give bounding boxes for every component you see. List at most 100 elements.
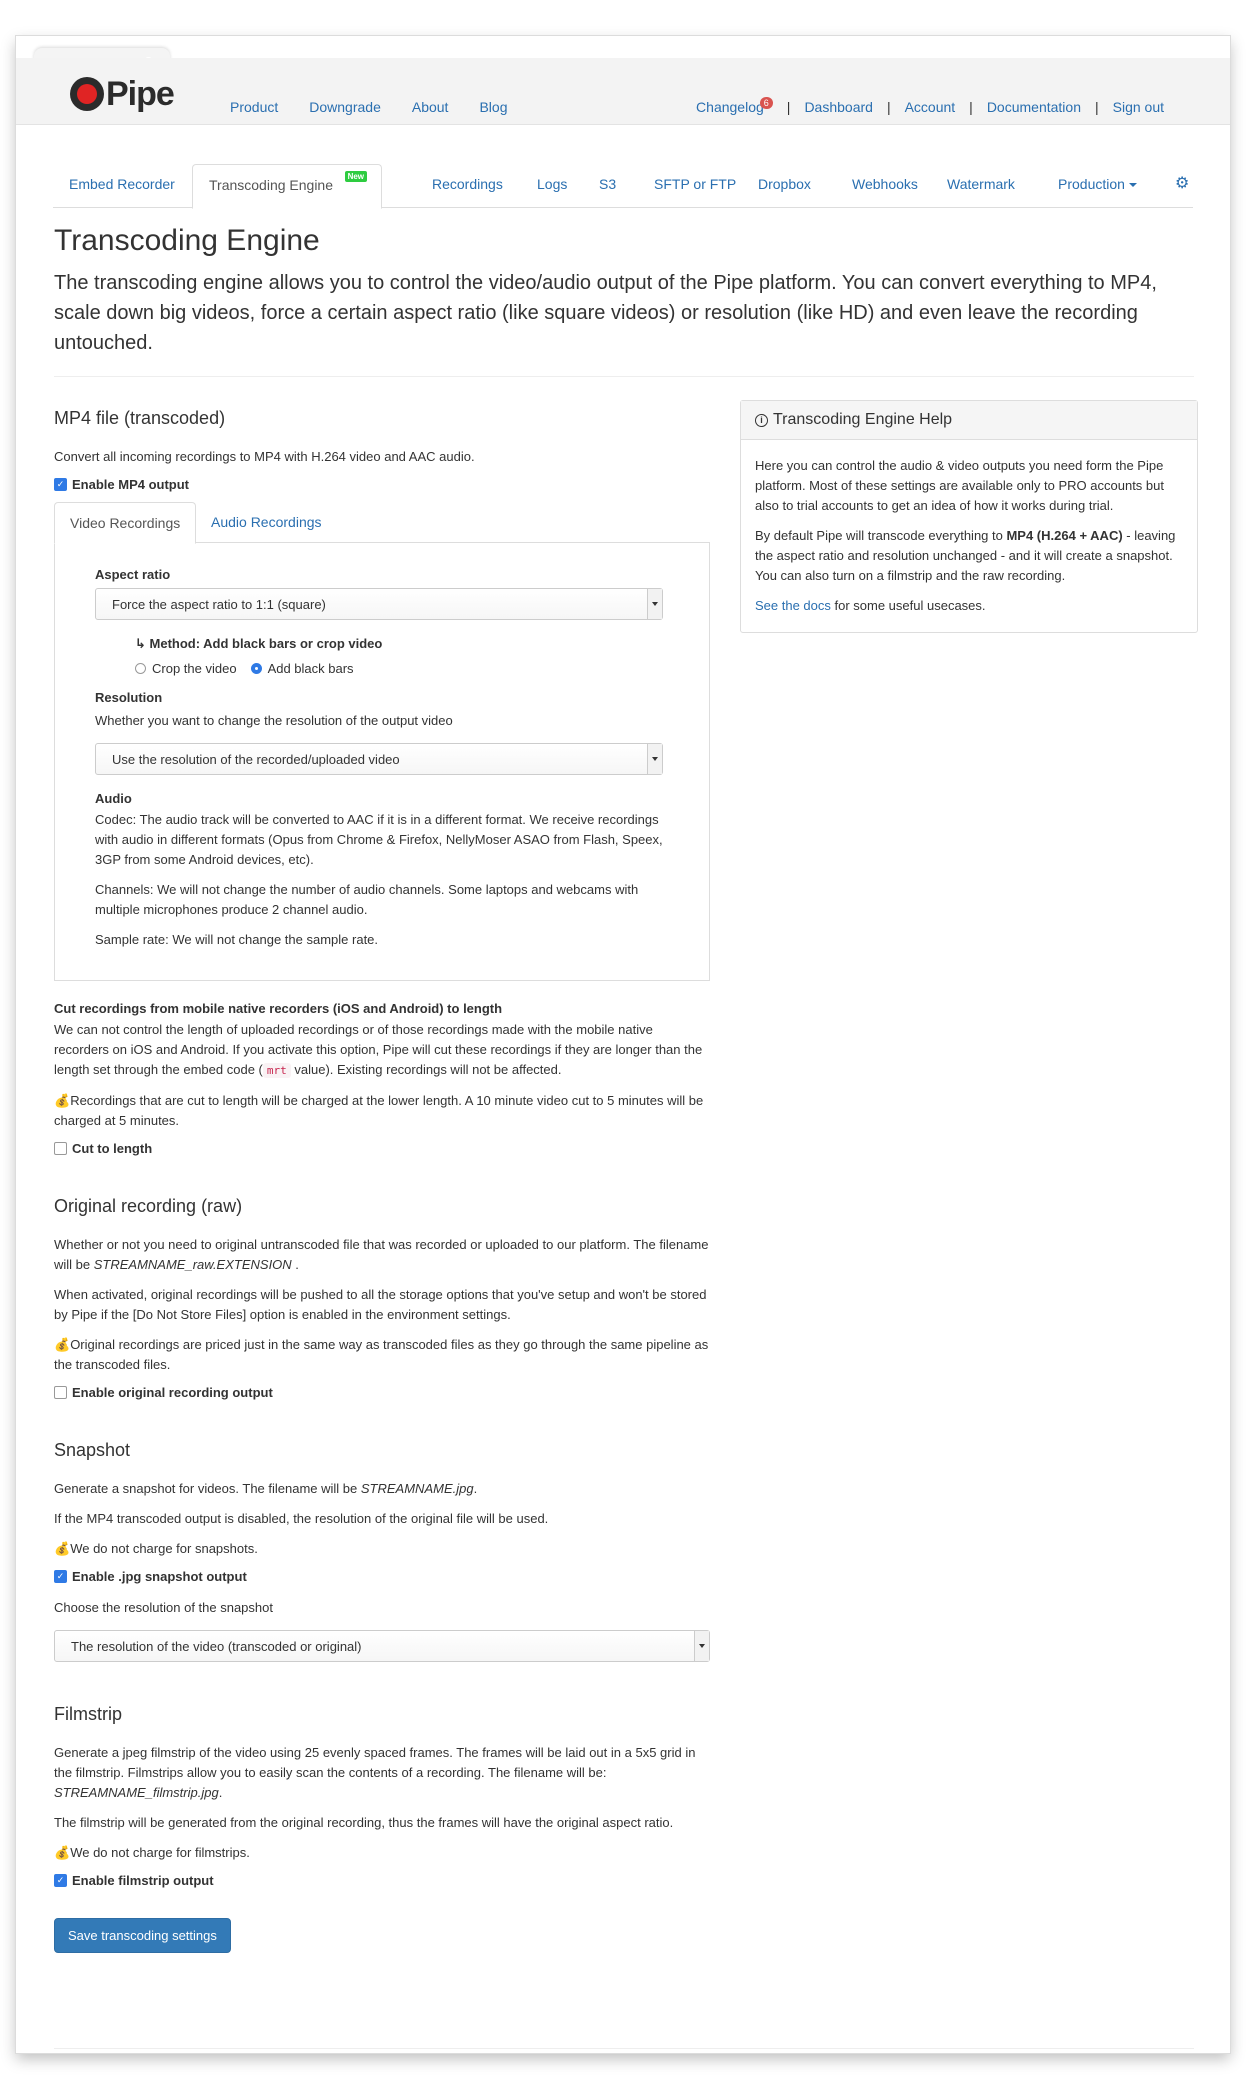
snapshot-filename: STREAMNAME.jpg xyxy=(360,1481,474,1496)
changelog-count-badge: 6 xyxy=(759,97,773,109)
filmstrip-note: The filmstrip will be generated from the… xyxy=(54,1815,674,1830)
money-bag-icon: 💰 xyxy=(54,1541,71,1556)
cut-charge-note: 💰Recordings that are cut to length will … xyxy=(54,1091,710,1131)
tab-dropbox[interactable]: Dropbox xyxy=(742,164,827,206)
nav-link-documentation[interactable]: Documentation xyxy=(987,99,1081,115)
filmstrip-charge-note: 💰We do not charge for filmstrips. xyxy=(54,1843,710,1863)
mp4-section-title: MP4 file (transcoded) xyxy=(54,408,226,428)
nav-link-account[interactable]: Account xyxy=(905,99,956,115)
environment-label: Production xyxy=(1058,176,1125,192)
tab-webhooks[interactable]: Webhooks xyxy=(836,164,934,206)
tab-watermark[interactable]: Watermark xyxy=(931,164,1031,206)
filmstrip-output-row: Enable filmstrip output xyxy=(54,1873,710,1888)
nav-link-dashboard[interactable]: Dashboard xyxy=(804,99,873,115)
cut-to-length-row: Cut to length xyxy=(54,1141,710,1156)
crop-video-radio[interactable] xyxy=(135,663,146,674)
select-arrow-icon xyxy=(647,589,662,619)
video-recordings-pane: Aspect ratio Force the aspect ratio to 1… xyxy=(54,543,710,981)
snapshot-section-title: Snapshot xyxy=(54,1440,131,1460)
nav-separator: | xyxy=(786,99,791,115)
original-output-checkbox[interactable] xyxy=(54,1386,67,1399)
enable-mp4-row: Enable MP4 output xyxy=(54,477,710,492)
help-panel: i Transcoding Engine Help Here you can c… xyxy=(740,400,1198,633)
tab-s3[interactable]: S3 xyxy=(583,164,632,206)
mrt-code: mrt xyxy=(262,1063,291,1078)
nav-link-blog[interactable]: Blog xyxy=(479,99,507,115)
snapshot-charge-note: 💰We do not charge for snapshots. xyxy=(54,1539,710,1559)
help-panel-title: Transcoding Engine Help xyxy=(773,411,953,428)
recording-type-tabs: Video Recordings Audio Recordings xyxy=(54,502,710,544)
footer-divider xyxy=(54,2048,1194,2049)
audio-channels-text: Channels: We will not change the number … xyxy=(95,882,639,917)
cut-to-length-checkbox[interactable] xyxy=(54,1142,67,1155)
help-paragraph-1: Here you can control the audio & video o… xyxy=(755,458,1164,513)
tab-recordings[interactable]: Recordings xyxy=(416,164,519,206)
method-label: ↳ Method: Add black bars or crop video xyxy=(135,636,383,651)
nav-link-about[interactable]: About xyxy=(412,99,449,115)
original-output-row: Enable original recording output xyxy=(54,1385,710,1400)
new-badge: New xyxy=(344,171,368,182)
snapshot-description: Generate a snapshot for videos. The file… xyxy=(54,1479,710,1499)
filmstrip-charge-text: We do not charge for filmstrips. xyxy=(70,1845,250,1860)
nav-link-downgrade[interactable]: Downgrade xyxy=(309,99,381,115)
filmstrip-desc-after: . xyxy=(218,1785,223,1800)
nav-link-sign-out[interactable]: Sign out xyxy=(1113,99,1164,115)
tab-logs[interactable]: Logs xyxy=(521,164,583,206)
settings-column: MP4 file (transcoded) Convert all incomi… xyxy=(54,408,710,1953)
resolution-select[interactable]: Use the resolution of the recorded/uploa… xyxy=(95,743,663,775)
filmstrip-desc-before: Generate a jpeg filmstrip of the video u… xyxy=(54,1745,696,1780)
save-transcoding-settings-button[interactable]: Save transcoding settings xyxy=(54,1918,231,1953)
snapshot-output-checkbox[interactable] xyxy=(54,1570,67,1583)
tab-transcoding-engine[interactable]: Transcoding Engine New xyxy=(192,164,383,209)
browser-window: Pipe Product Downgrade About Blog Change… xyxy=(16,36,1230,2053)
audio-sample-rate-text: Sample rate: We will not change the samp… xyxy=(95,932,379,947)
mp4-description: Convert all incoming recordings to MP4 w… xyxy=(54,449,475,464)
help-p2-before: By default Pipe will transcode everythin… xyxy=(755,528,1007,543)
crop-video-label[interactable]: Crop the video xyxy=(152,661,237,676)
nav-separator: | xyxy=(1094,99,1099,115)
nav-link-changelog[interactable]: Changelog6 xyxy=(696,97,773,115)
original-output-label[interactable]: Enable original recording output xyxy=(72,1385,273,1400)
info-icon: i xyxy=(755,413,768,427)
gear-icon[interactable]: ⚙ xyxy=(1175,164,1189,204)
filmstrip-output-checkbox[interactable] xyxy=(54,1874,67,1887)
snapshot-resolution-value: The resolution of the video (transcoded … xyxy=(71,1639,362,1654)
enable-mp4-label[interactable]: Enable MP4 output xyxy=(72,477,189,492)
tab-embed-recorder[interactable]: Embed Recorder xyxy=(53,164,191,206)
cut-to-length-label[interactable]: Cut to length xyxy=(72,1141,152,1156)
original-charge-note: 💰Original recordings are priced just in … xyxy=(54,1335,710,1375)
help-panel-body: Here you can control the audio & video o… xyxy=(741,440,1197,632)
cut-charge-text: Recordings that are cut to length will b… xyxy=(54,1093,704,1128)
logo-mark-icon xyxy=(70,77,104,111)
aspect-ratio-select[interactable]: Force the aspect ratio to 1:1 (square) xyxy=(95,588,663,620)
see-docs-link[interactable]: See the docs xyxy=(755,598,831,613)
top-navbar: Pipe Product Downgrade About Blog Change… xyxy=(16,58,1230,125)
nav-separator: | xyxy=(969,99,973,115)
original-charge-text: Original recordings are priced just in t… xyxy=(54,1337,709,1372)
tab-sftp[interactable]: SFTP or FTP xyxy=(638,164,752,206)
snapshot-desc-before: Generate a snapshot for videos. The file… xyxy=(54,1481,361,1496)
nav-link-product[interactable]: Product xyxy=(230,99,278,115)
tab-video-recordings[interactable]: Video Recordings xyxy=(54,502,197,544)
logo[interactable]: Pipe xyxy=(70,74,175,113)
tab-transcoding-engine-label: Transcoding Engine xyxy=(209,177,334,193)
tab-audio-recordings[interactable]: Audio Recordings xyxy=(196,502,337,542)
cut-desc-after: value). Existing recordings will not be … xyxy=(290,1062,562,1077)
section-tabs: Embed Recorder Transcoding Engine New Re… xyxy=(53,164,1193,209)
method-radio-group: Crop the video Add black bars xyxy=(135,661,669,676)
filmstrip-output-label[interactable]: Enable filmstrip output xyxy=(72,1873,214,1888)
original-filename: STREAMNAME_raw.EXTENSION xyxy=(93,1257,292,1272)
money-bag-icon: 💰 xyxy=(54,1845,71,1860)
environment-dropdown[interactable]: Production xyxy=(1042,164,1153,206)
add-black-bars-label[interactable]: Add black bars xyxy=(268,661,354,676)
logo-text: Pipe xyxy=(106,74,175,113)
resolution-value: Use the resolution of the recorded/uploa… xyxy=(112,752,400,767)
enable-mp4-checkbox[interactable] xyxy=(54,478,67,491)
filmstrip-description: Generate a jpeg filmstrip of the video u… xyxy=(54,1743,710,1803)
snapshot-resolution-select[interactable]: The resolution of the video (transcoded … xyxy=(54,1630,710,1662)
add-black-bars-radio[interactable] xyxy=(250,663,262,674)
snapshot-output-label[interactable]: Enable .jpg snapshot output xyxy=(72,1569,247,1584)
snapshot-note: If the MP4 transcoded output is disabled… xyxy=(54,1511,549,1526)
help-panel-heading: i Transcoding Engine Help xyxy=(741,401,1197,440)
divider xyxy=(54,376,1194,377)
